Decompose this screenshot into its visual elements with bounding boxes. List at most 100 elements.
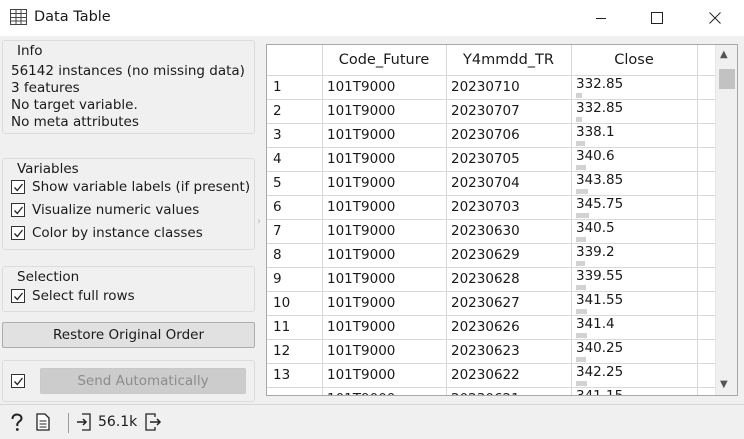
title-bar: Data Table: [0, 0, 744, 36]
cell-code-future: 101T9000: [327, 295, 396, 311]
cell-code-future: 101T9000: [327, 199, 396, 215]
restore-original-order-button[interactable]: Restore Original Order: [2, 322, 255, 348]
cell-y4mmdd-tr: 20230706: [451, 127, 520, 143]
report-icon: [36, 413, 50, 431]
cell-y4mmdd-tr: 20230623: [451, 343, 520, 359]
help-icon: [11, 413, 23, 431]
cell-close: 339.55: [576, 268, 624, 284]
row-index: 8: [273, 247, 282, 263]
checkbox-box[interactable]: [11, 374, 25, 388]
color-by-instance-classes-checkbox[interactable]: Color by instance classes: [11, 225, 203, 241]
scrollbar-thumb[interactable]: [719, 69, 735, 89]
selection-box: Selection Select full rows: [2, 266, 255, 312]
cell-close: 341.55: [576, 292, 624, 308]
column-header-y4mmdd-tr[interactable]: Y4mmdd_TR: [446, 45, 571, 75]
main-area: Info 56142 instances (no missing data) 3…: [0, 36, 744, 404]
cell-code-future: 101T9000: [327, 247, 396, 263]
input-data-info[interactable]: 56.1k: [76, 413, 137, 431]
checkbox-box[interactable]: [11, 226, 25, 240]
status-separator: [68, 413, 69, 433]
check-icon: [13, 292, 23, 300]
column-divider: [446, 45, 447, 395]
column-divider: [697, 45, 698, 395]
row-index: 11: [273, 319, 291, 335]
scroll-down-arrow-icon[interactable]: ▼: [720, 379, 728, 390]
check-icon: [13, 183, 23, 191]
row-index: 3: [273, 127, 282, 143]
close-value-bar: [576, 141, 585, 146]
help-button[interactable]: [10, 413, 24, 432]
cell-close: 343.85: [576, 172, 624, 188]
vertical-scrollbar[interactable]: ▲ ▼: [715, 45, 737, 395]
row-index: 13: [273, 367, 291, 383]
row-index: 6: [273, 199, 282, 215]
data-size-label: 56.1k: [98, 414, 138, 430]
visualize-numeric-values-checkbox[interactable]: Visualize numeric values: [11, 202, 199, 218]
cell-y4mmdd-tr: 20230628: [451, 271, 520, 287]
cell-close: 339.2: [576, 244, 615, 260]
info-title: Info: [17, 43, 43, 59]
row-index: 9: [273, 271, 282, 287]
close-value-bar: [576, 165, 586, 170]
cell-code-future: 101T9000: [327, 319, 396, 335]
cell-code-future: 101T9000: [327, 223, 396, 239]
cell-close: 340.25: [576, 340, 624, 356]
cell-close: 340.5: [576, 220, 615, 236]
info-line: 56142 instances (no missing data): [11, 63, 245, 79]
select-full-rows-checkbox[interactable]: Select full rows: [11, 288, 135, 304]
row-index-header: [267, 45, 322, 75]
minimize-icon: [596, 18, 606, 19]
close-value-bar: [576, 93, 582, 98]
variables-box: Variables Show variable labels (if prese…: [2, 158, 255, 250]
close-value-bar: [576, 357, 586, 362]
close-value-bar: [576, 261, 585, 266]
show-variable-labels-checkbox[interactable]: Show variable labels (if present): [11, 179, 250, 195]
checkbox-label: Color by instance classes: [32, 225, 203, 241]
cell-close: 332.85: [576, 76, 624, 92]
output-data-info[interactable]: [145, 413, 162, 431]
close-value-bar: [576, 285, 586, 290]
close-value-bar: [576, 381, 587, 386]
check-icon: [13, 206, 23, 214]
row-index: 12: [273, 343, 291, 359]
splitter-handle-icon[interactable]: ›: [257, 216, 261, 227]
cell-y4mmdd-tr: 20230629: [451, 247, 520, 263]
close-value-bar: [576, 189, 588, 194]
row-index: 5: [273, 175, 282, 191]
cell-y4mmdd-tr: 20230622: [451, 367, 520, 383]
status-bar: 56.1k: [0, 404, 744, 439]
checkbox-box[interactable]: [11, 289, 25, 303]
minimize-button[interactable]: [578, 0, 624, 36]
send-automatically-button[interactable]: Send Automatically: [40, 368, 246, 394]
auto-send-checkbox[interactable]: [11, 374, 32, 388]
cell-code-future: 101T9000: [327, 127, 396, 143]
cell-close: 332.85: [576, 100, 624, 116]
column-header-code-future[interactable]: Code_Future: [322, 45, 446, 75]
info-line: No target variable.: [11, 97, 138, 113]
cell-y4mmdd-tr: 20230627: [451, 295, 520, 311]
cell-close: 345.75: [576, 196, 624, 212]
row-index: [273, 387, 319, 395]
cell-y4mmdd-tr: 20230626: [451, 319, 520, 335]
info-line: No meta attributes: [11, 114, 139, 130]
maximize-button[interactable]: [634, 0, 680, 36]
cell-y4mmdd-tr: 20230710: [451, 79, 520, 95]
cell-y4mmdd-tr: 20230621: [451, 387, 567, 395]
cell-y4mmdd-tr: 20230703: [451, 199, 520, 215]
data-table[interactable]: Code_Future Y4mmdd_TR Close 1 101T9000 202…: [266, 44, 738, 396]
checkbox-box[interactable]: [11, 180, 25, 194]
info-line: 3 features: [11, 80, 80, 96]
close-button[interactable]: [692, 0, 738, 36]
checkbox-box[interactable]: [11, 203, 25, 217]
column-header-close[interactable]: Close: [571, 45, 697, 75]
close-value-bar: [576, 333, 587, 338]
cell-close: 338.1: [576, 124, 615, 140]
cell-close: 341.15: [576, 388, 624, 396]
report-button[interactable]: [36, 413, 50, 431]
row-index: 10: [273, 295, 291, 311]
cell-code-future: 101T9000: [327, 103, 396, 119]
scroll-up-arrow-icon[interactable]: ▲: [720, 49, 728, 60]
info-box: Info 56142 instances (no missing data) 3…: [2, 40, 255, 134]
column-divider: [571, 45, 572, 395]
cell-close: 341.4: [576, 316, 615, 332]
